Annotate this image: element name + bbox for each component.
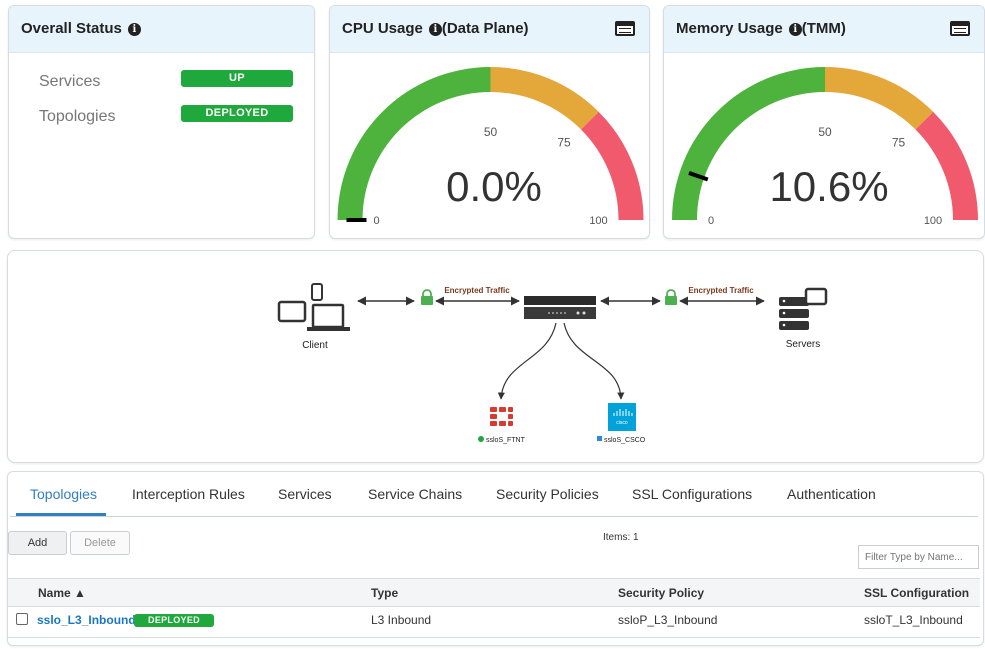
cpu-usage-header: CPU Usage i (Data Plane) [330, 6, 649, 53]
servers-icon [779, 287, 828, 330]
info-icon[interactable]: i [127, 23, 141, 36]
gauge-tick-0: 0 [373, 215, 379, 227]
encrypted-traffic-label-left: Encrypted Traffic [444, 286, 510, 295]
overall-status-title: Overall Status i [21, 20, 141, 37]
info-icon[interactable]: i [428, 23, 442, 36]
active-tab-indicator [16, 513, 106, 516]
add-button[interactable]: Add [8, 531, 67, 555]
gauge-segment-orange [490, 67, 599, 130]
sslo-appliance-icon [524, 296, 596, 319]
row-security-policy: ssloP_L3_Inbound [618, 613, 718, 627]
tab-bar: Topologies Interception Rules Services S… [10, 476, 978, 517]
topology-diagram-card: Client Encrypted Traffic Encrypted Traff… [7, 250, 984, 463]
overall-status-card: Overall Status i Services UP Topologies D… [8, 5, 315, 239]
gauge-tick-100: 100 [924, 215, 942, 227]
column-header-type[interactable]: Type [371, 586, 398, 600]
topologies-status-badge: DEPLOYED [181, 105, 293, 122]
row-type: L3 Inbound [371, 613, 432, 627]
fortinet-service-icon [490, 407, 513, 426]
topologies-label: Topologies [39, 108, 116, 125]
gauge-tick-75: 75 [557, 135, 571, 149]
memory-usage-card: Memory Usage i (TMM) 0 50 75 100 10.6% [663, 5, 985, 239]
cpu-value-text: 0.0% [446, 163, 542, 210]
table-view-icon[interactable] [615, 21, 635, 36]
cisco-logo-text: cisco [616, 420, 628, 426]
service-arrow-csco [563, 322, 625, 400]
cpu-gauge: 0 50 75 100 0.0% [337, 67, 644, 227]
gauge-tick-100: 100 [589, 215, 607, 227]
gauge-segment-red [915, 111, 978, 220]
client-devices-icon [277, 283, 350, 331]
servers-label: Servers [786, 339, 820, 350]
row-ssl-configuration: ssloT_L3_Inbound [864, 613, 963, 627]
lock-icon [665, 289, 677, 305]
delete-button[interactable]: Delete [70, 531, 130, 555]
memory-gauge: 0 50 75 100 10.6% [672, 67, 978, 227]
gauge-segment-orange [825, 67, 934, 130]
topology-name-link[interactable]: sslo_L3_Inbound [37, 613, 136, 627]
service-arrow-ftnt [497, 322, 557, 400]
table-view-icon[interactable] [950, 21, 970, 36]
encrypted-traffic-label-right: Encrypted Traffic [688, 286, 754, 295]
overall-status-header: Overall Status i [9, 6, 314, 53]
gauge-tick-50: 50 [818, 125, 832, 139]
tab-topologies[interactable]: Topologies [30, 486, 97, 502]
topology-diagram: Client Encrypted Traffic Encrypted Traff… [277, 283, 828, 444]
service-ftnt-label: ssloS_FTNT [486, 437, 526, 444]
column-header-security-policy[interactable]: Security Policy [618, 586, 704, 600]
lock-icon [421, 289, 433, 305]
column-header-ssl-configuration[interactable]: SSL Configuration [864, 586, 969, 600]
gauge-tick-0: 0 [708, 215, 714, 227]
tab-security-policies[interactable]: Security Policies [496, 486, 599, 502]
cpu-usage-card: CPU Usage i (Data Plane) 0 50 75 100 0.0% [329, 5, 650, 239]
row-status-badge: DEPLOYED [134, 614, 214, 627]
table-bottom-border [8, 637, 980, 638]
tab-services[interactable]: Services [278, 486, 332, 502]
service-csco-label: ssloS_CSCO [604, 437, 646, 444]
client-label: Client [302, 340, 328, 351]
memory-usage-header: Memory Usage i (TMM) [664, 6, 984, 53]
info-icon[interactable]: i [788, 23, 802, 36]
memory-usage-title: Memory Usage i (TMM) [676, 20, 846, 37]
column-header-name[interactable]: Name ▲ [38, 586, 86, 600]
memory-value-text: 10.6% [769, 163, 888, 210]
ftnt-status-dot [478, 436, 484, 442]
filter-input[interactable] [858, 545, 979, 569]
gauge-segment-red [581, 111, 644, 220]
gauge-tick-50: 50 [484, 125, 498, 139]
services-label: Services [39, 73, 101, 90]
row-checkbox[interactable] [16, 613, 28, 625]
tab-authentication[interactable]: Authentication [787, 486, 876, 502]
items-count: Items: 1 [603, 532, 639, 543]
cisco-service-icon: cisco [608, 403, 636, 431]
services-status-badge: UP [181, 70, 293, 87]
table-header: Name ▲ Type Security Policy SSL Configur… [8, 578, 980, 607]
tab-service-chains[interactable]: Service Chains [368, 486, 462, 502]
gauge-tick-75: 75 [892, 135, 906, 149]
tab-ssl-configurations[interactable]: SSL Configurations [632, 486, 752, 502]
csco-status-square [597, 436, 602, 441]
cpu-usage-title: CPU Usage i (Data Plane) [342, 20, 529, 37]
tab-interception-rules[interactable]: Interception Rules [132, 486, 245, 502]
